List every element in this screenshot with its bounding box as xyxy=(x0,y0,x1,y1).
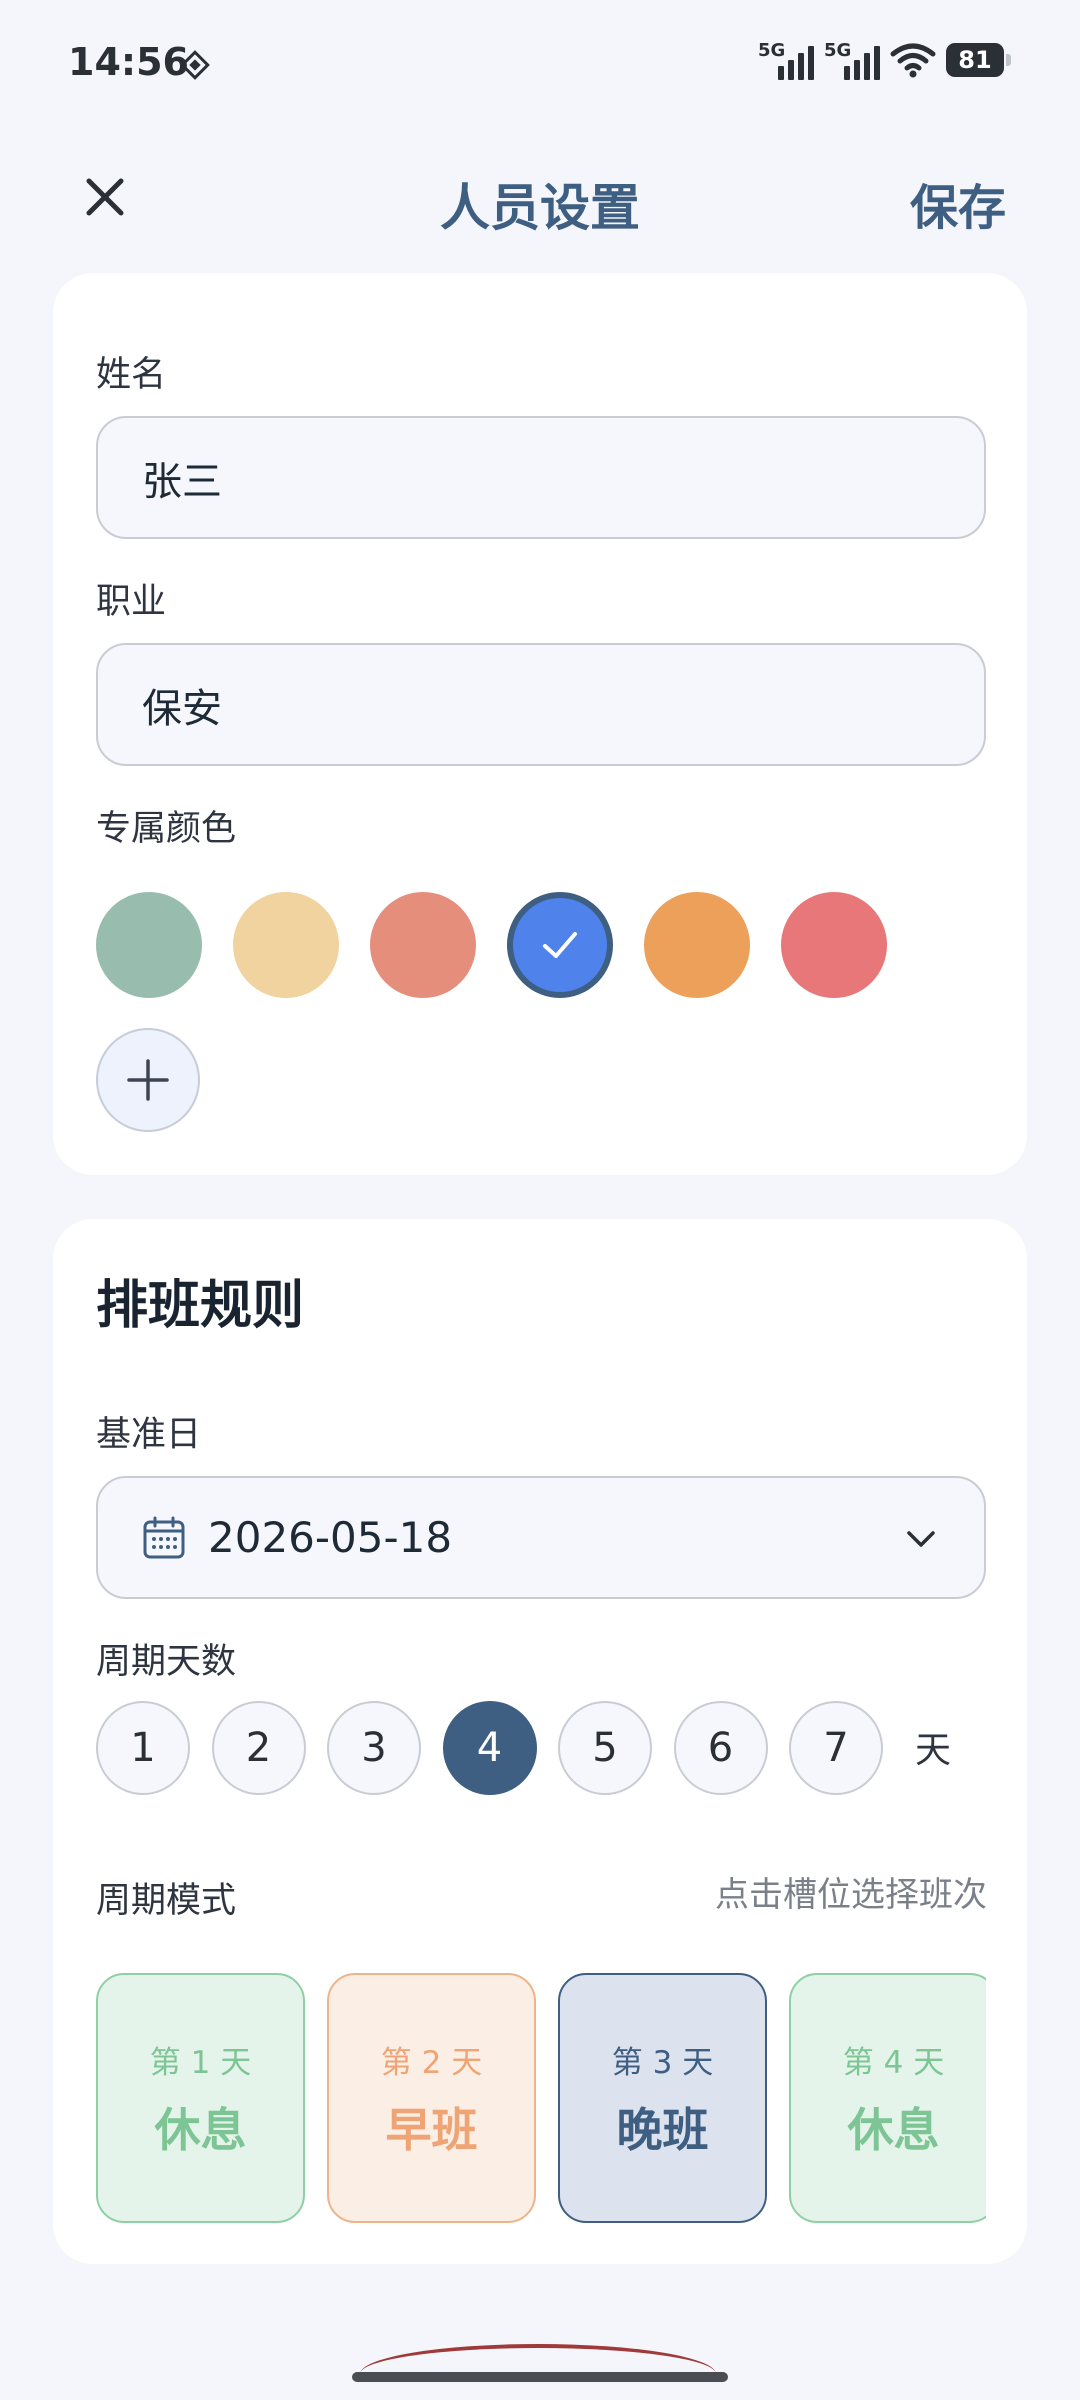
status-bar: 14:56 5G 5G 81 xyxy=(0,0,1080,130)
base-date-value: 2026-05-18 xyxy=(208,1513,453,1562)
status-time: 14:56 xyxy=(68,40,189,84)
app-bar: 人员设置 保存 xyxy=(0,150,1080,250)
cycle-day-option[interactable]: 5 xyxy=(558,1701,652,1795)
cycle-day-option[interactable]: 3 xyxy=(327,1701,421,1795)
schedule-rules-card: 排班规则 基准日 2026-05-18 周期天数 1234567 天 周期模式 … xyxy=(53,1219,1027,2264)
pattern-slot[interactable]: 第 2 天早班 xyxy=(327,1973,536,2223)
job-value: 保安 xyxy=(142,685,222,732)
pattern-label: 周期模式 xyxy=(96,1881,237,1921)
base-date-label: 基准日 xyxy=(96,1415,202,1455)
pattern-slot-list[interactable]: 第 1 天休息第 2 天早班第 3 天晚班第 4 天休息 xyxy=(96,1973,986,2227)
focus-mode-icon xyxy=(180,50,210,80)
cellular-signal-icon: 5G xyxy=(824,40,880,80)
pattern-hint: 点击槽位选择班次 xyxy=(715,1875,987,1915)
check-icon xyxy=(543,932,577,958)
calendar-icon xyxy=(143,1516,185,1558)
plus-icon xyxy=(127,1059,169,1101)
name-value: 张三 xyxy=(142,458,222,505)
slot-day-label: 第 4 天 xyxy=(842,2044,945,2081)
name-field[interactable]: 张三 xyxy=(96,416,986,539)
cycle-day-option[interactable]: 1 xyxy=(96,1701,190,1795)
cycle-unit-label: 天 xyxy=(915,1730,952,1771)
color-label: 专属颜色 xyxy=(96,809,237,849)
status-indicators: 5G 5G 81 xyxy=(758,40,1011,80)
slot-day-label: 第 1 天 xyxy=(149,2044,252,2081)
color-swatch[interactable] xyxy=(507,892,613,998)
section-title: 排班规则 xyxy=(96,1276,305,1336)
chevron-down-icon xyxy=(907,1531,935,1547)
slot-shift-label: 休息 xyxy=(847,2102,940,2157)
slot-day-label: 第 3 天 xyxy=(611,2044,714,2081)
wifi-icon xyxy=(890,43,936,78)
color-swatch[interactable] xyxy=(233,892,339,998)
color-swatch[interactable] xyxy=(644,892,750,998)
job-field[interactable]: 保安 xyxy=(96,643,986,766)
cycle-day-option[interactable]: 2 xyxy=(211,1701,306,1795)
slot-shift-label: 晚班 xyxy=(616,2102,709,2157)
cycle-day-option[interactable]: 7 xyxy=(789,1701,883,1795)
home-indicator[interactable] xyxy=(352,2372,728,2382)
base-date-picker[interactable]: 2026-05-18 xyxy=(96,1476,986,1599)
color-swatch[interactable] xyxy=(96,892,202,998)
battery-level: 81 xyxy=(958,46,992,74)
cellular-signal-icon: 5G xyxy=(758,40,814,80)
color-swatch[interactable] xyxy=(370,892,476,998)
cycle-day-option[interactable]: 4 xyxy=(442,1701,537,1795)
job-label: 职业 xyxy=(96,582,167,622)
network-type-label: 5G xyxy=(824,40,852,61)
save-button[interactable]: 保存 xyxy=(910,168,1006,238)
pattern-slot[interactable]: 第 4 天休息 xyxy=(789,1973,986,2223)
pattern-slot[interactable]: 第 1 天休息 xyxy=(96,1973,305,2223)
slot-shift-label: 休息 xyxy=(154,2102,247,2157)
slot-day-label: 第 2 天 xyxy=(380,2044,483,2081)
cycle-days-label: 周期天数 xyxy=(96,1642,237,1682)
name-label: 姓名 xyxy=(96,355,167,395)
cycle-day-option[interactable]: 6 xyxy=(673,1701,768,1795)
battery-icon: 81 xyxy=(946,43,1011,77)
profile-card: 姓名 张三 职业 保安 专属颜色 xyxy=(53,273,1027,1175)
pattern-slot[interactable]: 第 3 天晚班 xyxy=(558,1973,767,2223)
color-swatch[interactable] xyxy=(781,892,887,998)
network-type-label: 5G xyxy=(758,40,786,61)
add-color-button[interactable] xyxy=(96,1028,200,1132)
slot-shift-label: 早班 xyxy=(385,2102,478,2157)
